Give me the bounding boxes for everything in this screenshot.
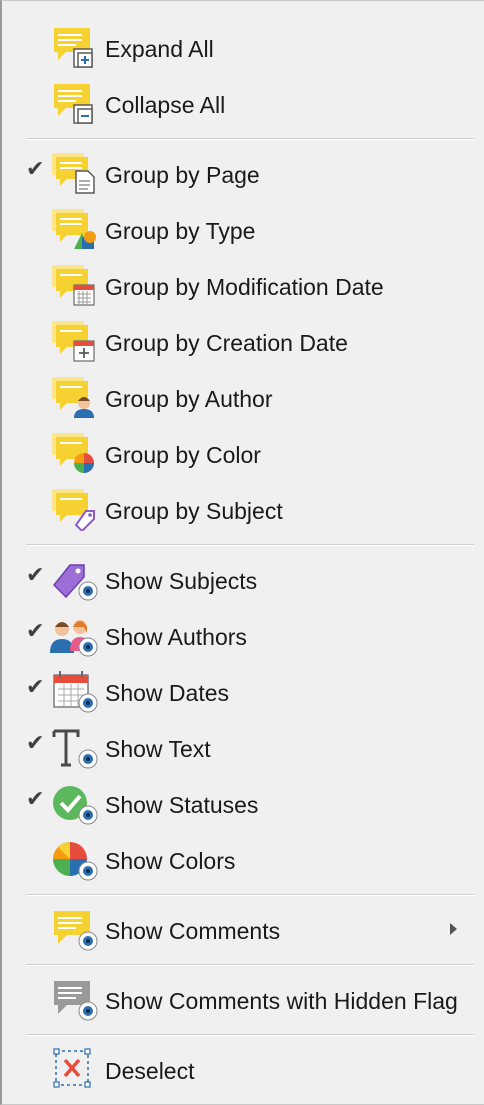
menu-item-label: Deselect [105,1058,195,1084]
deselect-icon [53,1048,91,1088]
menu-item-label: Group by Modification Date [105,274,384,300]
menu-item-show-dates[interactable]: ✔ Show Dates [4,664,484,720]
calendar-add-icon [52,321,95,362]
menu-item-group-by-subject[interactable]: Group by Subject [4,482,484,538]
menu-item-group-by-creation-date[interactable]: Group by Creation Date [4,314,484,370]
check-mark-icon: ✔ [26,563,45,588]
menu-item-label: Group by Creation Date [105,330,348,356]
group-by-type-icon [52,209,96,249]
menu-separator [26,894,474,896]
comments-context-menu: Expand All Collapse All ✔ Group by Page [0,0,484,1105]
show-comments-icon [54,911,98,951]
calendar-icon [52,265,95,306]
menu-item-label: Show Comments [105,918,281,944]
check-mark-icon: ✔ [26,619,45,644]
menu-item-group-by-page[interactable]: ✔ Group by Page [4,146,484,202]
menu-item-label: Show Subjects [105,568,258,594]
show-hidden-comments-icon [54,981,98,1021]
menu-separator [26,964,474,966]
menu-item-group-by-author[interactable]: Group by Author [4,370,484,426]
menu-item-group-by-modification-date[interactable]: Group by Modification Date [4,258,484,314]
show-dates-icon [53,671,98,713]
menu-item-label: Collapse All [105,92,226,118]
menu-item-deselect[interactable]: Deselect [4,1042,484,1098]
show-statuses-icon [53,786,98,825]
check-mark-icon: ✔ [26,675,45,700]
author-icon [52,377,94,418]
menu-separator [26,1034,474,1036]
menu-item-label: Group by Author [105,386,273,412]
menu-item-label: Show Authors [105,624,247,650]
menu-item-group-by-color[interactable]: Group by Color [4,426,484,482]
color-wheel-icon [52,433,94,473]
menu-item-label: Group by Subject [105,498,283,524]
menu-item-expand-all[interactable]: Expand All [4,20,484,76]
submenu-arrow-icon [450,923,457,935]
menu-item-label: Group by Type [105,218,256,244]
menu-item-label: Show Dates [105,680,230,706]
menu-item-label: Show Statuses [105,792,259,818]
menu-item-show-colors[interactable]: Show Colors [4,832,484,888]
menu-separator [26,138,474,140]
group-by-page-icon [52,153,95,194]
show-subjects-icon [52,564,98,601]
show-colors-icon [53,842,98,881]
tag-icon [52,489,95,531]
menu-item-show-comments[interactable]: Show Comments [4,902,484,958]
menu-item-collapse-all[interactable]: Collapse All [4,76,484,132]
check-mark-icon: ✔ [26,157,45,182]
expand-all-icon [54,28,93,68]
menu-item-show-comments-hidden-flag[interactable]: Show Comments with Hidden Flag [4,972,484,1028]
collapse-all-icon [54,84,93,124]
show-text-icon [52,729,98,769]
menu-separator [26,544,474,546]
show-authors-icon [50,620,98,657]
menu-item-group-by-type[interactable]: Group by Type [4,202,484,258]
menu-item-label: Expand All [105,36,214,62]
menu-item-label: Group by Page [105,162,260,188]
menu-item-show-statuses[interactable]: ✔ Show Statuses [4,776,484,832]
menu-item-show-subjects[interactable]: ✔ Show Subjects [4,552,484,608]
menu-item-show-authors[interactable]: ✔ Show Authors [4,608,484,664]
menu-item-label: Show Text [105,736,211,762]
menu-item-label: Group by Color [105,442,261,468]
menu-item-label: Show Comments with Hidden Flag [105,988,458,1014]
menu-item-show-text[interactable]: ✔ Show Text [4,720,484,776]
check-mark-icon: ✔ [26,731,45,756]
check-mark-icon: ✔ [26,787,45,812]
menu-item-label: Show Colors [105,848,236,874]
